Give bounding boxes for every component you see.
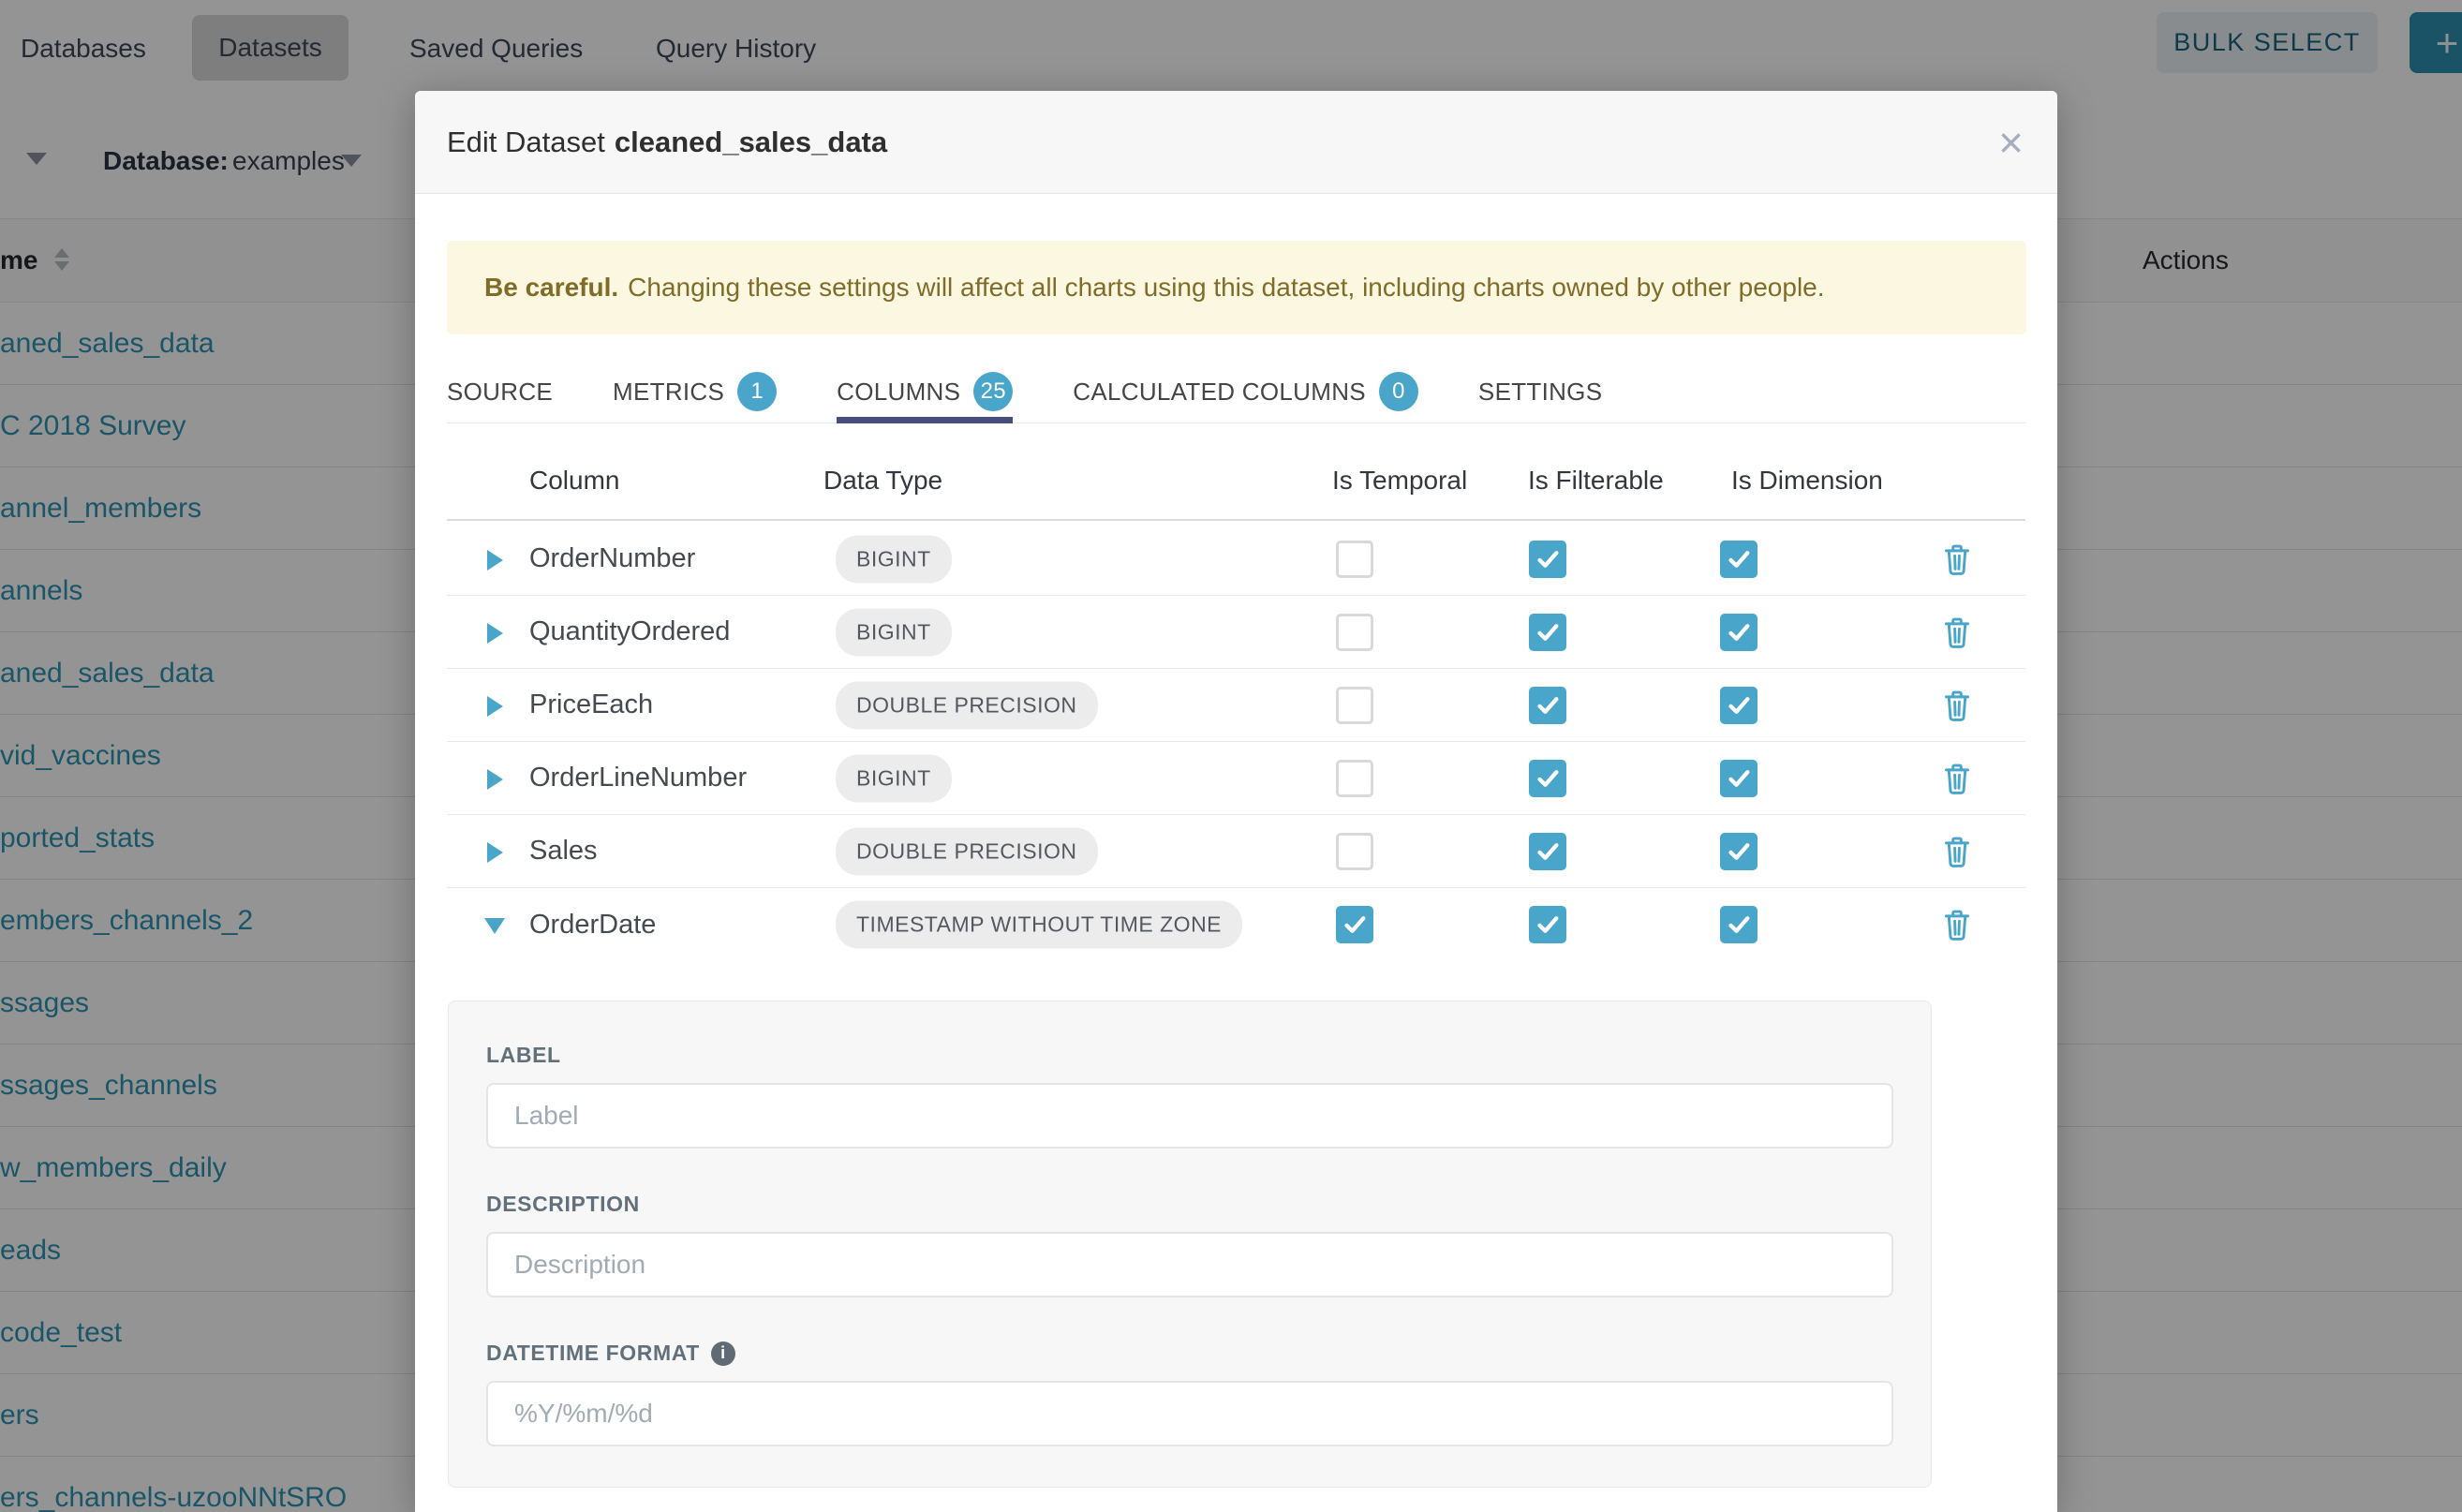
column-row-sales: Sales DOUBLE PRECISION	[447, 815, 2025, 888]
is-dimension-checkbox[interactable]	[1720, 833, 1758, 870]
expand-caret-icon[interactable]	[487, 623, 503, 644]
tab-label: SETTINGS	[1478, 378, 1602, 407]
is-temporal-checkbox[interactable]	[1336, 906, 1373, 943]
data-type-pill: TIMESTAMP WITHOUT TIME ZONE	[836, 901, 1242, 949]
expand-caret-icon[interactable]	[487, 696, 503, 717]
delete-column-icon[interactable]	[1943, 689, 1971, 721]
modal-tabs: SOURCE METRICS 1 COLUMNS 25 CALCULATED COLUMN…	[447, 361, 2025, 423]
column-name: OrderNumber	[529, 523, 695, 595]
column-name: OrderLineNumber	[529, 742, 747, 814]
delete-column-icon[interactable]	[1943, 909, 1971, 941]
expand-caret-icon[interactable]	[487, 550, 503, 571]
expand-caret-icon[interactable]	[487, 842, 503, 863]
column-detail-panel: LABEL DESCRIPTION DATETIME FORMAT i	[448, 1001, 1932, 1488]
datetime-format-field-label: DATETIME FORMAT i	[486, 1341, 1893, 1366]
is-temporal-checkbox[interactable]	[1336, 687, 1373, 724]
column-row-ordernumber: OrderNumber BIGINT	[447, 523, 2025, 596]
description-input[interactable]	[486, 1232, 1893, 1297]
is-filterable-checkbox[interactable]	[1529, 906, 1566, 943]
data-type-pill: BIGINT	[836, 608, 952, 656]
column-row-priceeach: PriceEach DOUBLE PRECISION	[447, 669, 2025, 742]
delete-column-icon[interactable]	[1943, 543, 1971, 575]
screen: Databases Datasets Saved Queries Query H…	[0, 0, 2462, 1512]
tab-metrics[interactable]: METRICS 1	[613, 361, 777, 422]
tab-columns[interactable]: COLUMNS 25	[837, 361, 1013, 422]
is-dimension-checkbox[interactable]	[1720, 614, 1758, 651]
is-filterable-header: Is Filterable	[1528, 442, 1664, 519]
tab-settings[interactable]: SETTINGS	[1478, 361, 1602, 422]
warning-banner-bold: Be careful.	[484, 273, 618, 303]
tab-count-badge: 0	[1379, 372, 1418, 411]
delete-column-icon[interactable]	[1943, 616, 1971, 648]
data-type-header: Data Type	[823, 442, 942, 519]
modal-title-prefix: Edit Dataset	[447, 126, 605, 159]
tab-count-badge: 25	[973, 372, 1013, 411]
modal-header: Edit Dataset cleaned_sales_data ×	[415, 91, 2057, 194]
edit-dataset-modal: Edit Dataset cleaned_sales_data × Be car…	[415, 91, 2057, 1512]
tab-label: COLUMNS	[837, 378, 960, 407]
is-temporal-header: Is Temporal	[1332, 442, 1467, 519]
data-type-pill: DOUBLE PRECISION	[836, 827, 1098, 875]
data-type-pill: DOUBLE PRECISION	[836, 681, 1098, 729]
column-name: QuantityOrdered	[529, 596, 730, 668]
data-type-pill: BIGINT	[836, 754, 952, 802]
is-dimension-checkbox[interactable]	[1720, 541, 1758, 578]
column-row-orderdate: OrderDate TIMESTAMP WITHOUT TIME ZONE	[447, 888, 2025, 961]
column-name: OrderDate	[529, 888, 656, 961]
is-dimension-checkbox[interactable]	[1720, 687, 1758, 724]
delete-column-icon[interactable]	[1943, 836, 1971, 867]
warning-banner: Be careful. Changing these settings will…	[447, 241, 2026, 334]
label-input[interactable]	[486, 1083, 1893, 1149]
is-dimension-checkbox[interactable]	[1720, 906, 1758, 943]
delete-column-icon[interactable]	[1943, 763, 1971, 794]
warning-banner-text: Changing these settings will affect all …	[628, 273, 1824, 303]
description-field-label: DESCRIPTION	[486, 1192, 1893, 1217]
active-tab-indicator	[837, 417, 1013, 423]
is-filterable-checkbox[interactable]	[1529, 541, 1566, 578]
is-temporal-checkbox[interactable]	[1336, 614, 1373, 651]
column-row-quantityordered: QuantityOrdered BIGINT	[447, 596, 2025, 669]
expand-caret-icon[interactable]	[487, 769, 503, 790]
is-temporal-checkbox[interactable]	[1336, 760, 1373, 797]
columns-table-body: OrderNumber BIGINT QuantityOrdered BIGINT Pr…	[447, 523, 2025, 961]
info-icon[interactable]: i	[711, 1342, 735, 1366]
label-field-label: LABEL	[486, 1043, 1893, 1068]
tab-label: SOURCE	[447, 378, 553, 407]
data-type-pill: BIGINT	[836, 535, 952, 583]
tab-label: CALCULATED COLUMNS	[1073, 378, 1366, 407]
column-name: Sales	[529, 815, 598, 887]
is-temporal-checkbox[interactable]	[1336, 541, 1373, 578]
is-filterable-checkbox[interactable]	[1529, 614, 1566, 651]
is-dimension-header: Is Dimension	[1731, 442, 1883, 519]
column-header: Column	[529, 442, 619, 519]
tab-label: METRICS	[613, 378, 724, 407]
is-temporal-checkbox[interactable]	[1336, 833, 1373, 870]
is-filterable-checkbox[interactable]	[1529, 833, 1566, 870]
is-filterable-checkbox[interactable]	[1529, 760, 1566, 797]
close-icon[interactable]: ×	[1998, 91, 2024, 194]
collapse-caret-icon[interactable]	[484, 918, 505, 934]
is-dimension-checkbox[interactable]	[1720, 760, 1758, 797]
tab-source[interactable]: SOURCE	[447, 361, 553, 422]
datetime-format-input[interactable]	[486, 1381, 1893, 1446]
tab-calculated-columns[interactable]: CALCULATED COLUMNS 0	[1073, 361, 1418, 422]
tab-count-badge: 1	[737, 372, 777, 411]
is-filterable-checkbox[interactable]	[1529, 687, 1566, 724]
column-row-orderlinenumber: OrderLineNumber BIGINT	[447, 742, 2025, 815]
modal-title: Edit Dataset cleaned_sales_data	[447, 91, 887, 194]
columns-table-header: Column Data Type Is Temporal Is Filterab…	[447, 442, 2025, 521]
modal-title-dataset-name: cleaned_sales_data	[615, 126, 887, 159]
column-name: PriceEach	[529, 669, 653, 741]
